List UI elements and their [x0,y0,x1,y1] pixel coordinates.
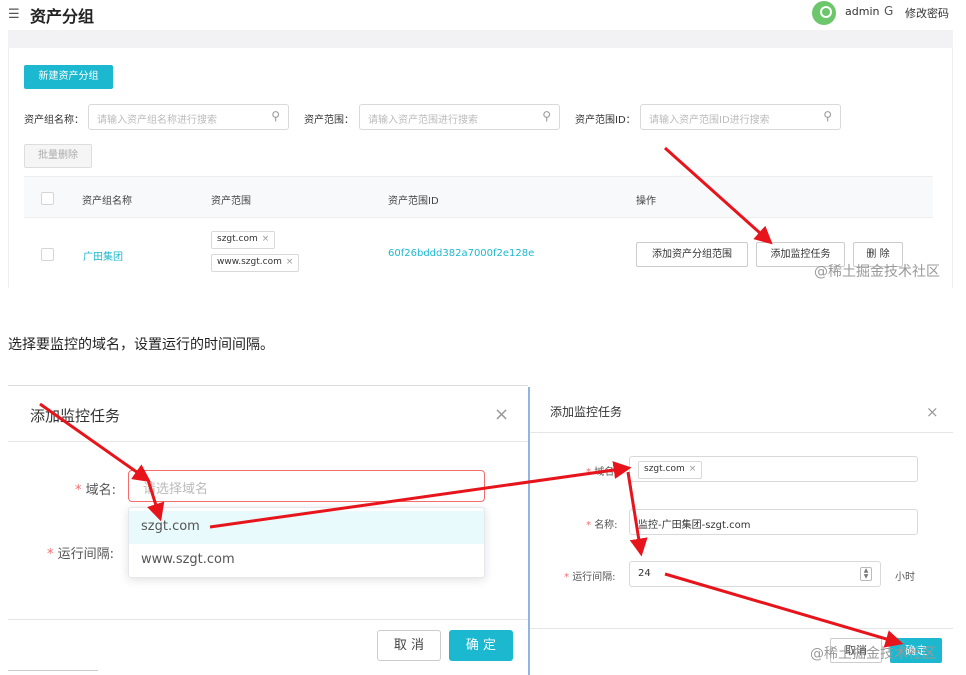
group-name-search-input[interactable]: 请输入资产组名称进行搜索 ⚲ [88,104,289,130]
search-icon[interactable]: ⚲ [823,109,832,123]
interval-label: * 运行间隔: [47,543,114,562]
page-title: 资产分组 [30,7,95,26]
tag-close-icon[interactable]: × [689,464,697,474]
scope-tag-text: szgt.com [217,234,258,244]
interval-stepper[interactable]: 24 ▲ ▼ [629,561,881,587]
add-scope-button[interactable]: 添加资产分组范围 [636,242,748,267]
scope-tag: www.szgt.com × [211,254,300,272]
caption-text: 选择要监控的域名，设置运行的时间间隔。 [8,337,274,353]
domain-tag-text: szgt.com [644,464,685,474]
filter-label-scope-id: 资产范围ID： [575,115,636,126]
divider [8,441,528,442]
divider [530,628,953,629]
scope-search-input[interactable]: 请输入资产范围进行搜索 ⚲ [359,104,560,130]
scope-id-link[interactable]: 60f26bddd382a7000f2e128e [388,248,534,259]
column-header-scope-id: 资产范围ID [388,196,439,207]
dialog-title: 添加监控任务 [550,405,623,419]
divider [8,670,98,671]
required-mark: * [586,467,595,478]
dropdown-option-szgt[interactable]: szgt.com [129,511,484,544]
domain-label-text: 域名: [85,483,117,498]
filter-label-scope: 资产范围： [304,115,354,126]
confirm-button[interactable]: 确 定 [449,630,513,661]
interval-value: 24 [638,568,651,579]
domain-tag: szgt.com × [638,461,703,479]
interval-label: * 运行间隔: [564,568,616,583]
stepper-arrows-icon[interactable]: ▲ ▼ [860,567,872,581]
row-checkbox[interactable] [41,248,54,261]
change-password-link[interactable]: 修改密码 [905,5,949,21]
tag-close-icon[interactable]: × [262,234,270,244]
filter-label-group-name: 资产组名称： [24,115,84,126]
tag-close-icon[interactable]: × [286,257,294,267]
username[interactable]: admin [845,5,879,18]
required-mark: * [564,572,573,583]
divider [530,432,953,433]
scope-tag-text: www.szgt.com [217,257,282,267]
interval-label-text: 运行间隔: [57,547,115,562]
watermark: @稀土掘金技术社区 [814,264,940,280]
screenshot-divider [528,387,530,675]
scope-id-search-input[interactable]: 请输入资产范围ID进行搜索 ⚲ [640,104,841,130]
close-icon[interactable]: × [494,404,509,425]
scope-search-placeholder: 请输入资产范围进行搜索 [368,115,478,126]
column-header-scope: 资产范围 [211,196,251,207]
scope-id-search-placeholder: 请输入资产范围ID进行搜索 [649,115,770,126]
required-mark: * [47,547,58,562]
column-header-group-name: 资产组名称 [82,196,132,207]
interval-label-text: 运行间隔: [572,572,616,583]
required-mark: * [75,483,86,498]
table-header: 资产组名称 资产范围 资产范围ID 操作 [24,176,933,218]
cancel-button[interactable]: 取 消 [377,630,441,661]
domain-select-placeholder: 请选择域名 [143,482,209,497]
column-header-actions: 操作 [636,196,656,207]
batch-delete-button[interactable]: 批量删除 [24,144,92,168]
user-avatar-icon[interactable] [812,1,836,25]
new-asset-group-button[interactable]: 新建资产分组 [24,65,113,89]
domain-label: * 域名: [586,463,618,478]
domain-select[interactable]: szgt.com × [629,456,918,482]
required-mark: * [586,520,595,531]
header-divider-bar [8,30,953,48]
interval-unit: 小时 [895,572,915,583]
domain-label: * 域名: [75,479,116,498]
group-name-search-placeholder: 请输入资产组名称进行搜索 [97,115,217,126]
select-all-checkbox[interactable] [41,192,54,205]
divider [8,619,528,620]
search-icon[interactable]: ⚲ [271,109,280,123]
scope-tag: szgt.com × [211,231,276,249]
search-icon[interactable]: ⚲ [542,109,551,123]
domain-label-text: 域名: [594,467,618,478]
domain-dropdown: szgt.com www.szgt.com [128,507,485,578]
close-icon[interactable]: × [926,403,939,421]
watermark: @稀土掘金技术社区 [810,646,936,662]
dialog-title: 添加监控任务 [30,407,121,425]
name-label-text: 名称: [594,520,618,531]
name-label: * 名称: [586,516,618,531]
dropdown-option-www-szgt[interactable]: www.szgt.com [129,544,484,577]
menu-icon[interactable]: ☰ [8,7,20,22]
logout-icon[interactable]: G [884,4,893,18]
name-input[interactable]: 监控-广田集团-szgt.com [629,509,918,535]
group-name-link[interactable]: 广田集团 [83,248,123,263]
domain-select[interactable]: 请选择域名 [128,470,485,502]
